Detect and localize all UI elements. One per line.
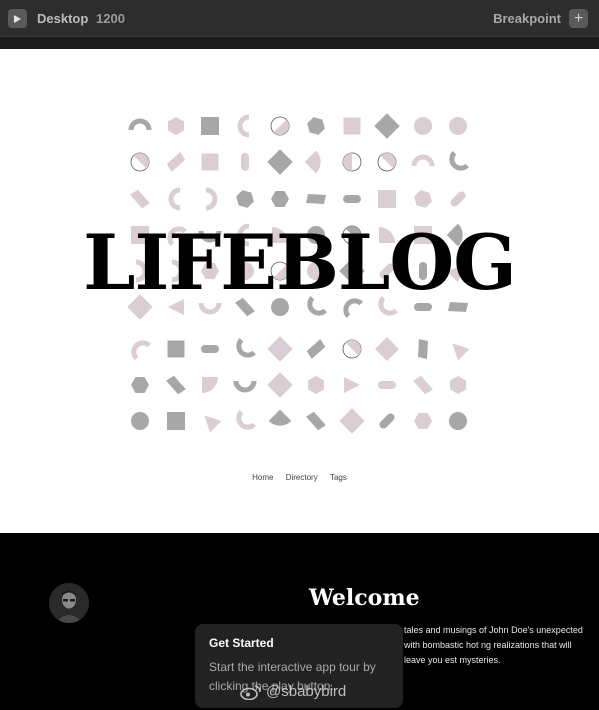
decor-shape bbox=[413, 375, 433, 395]
play-icon bbox=[14, 14, 21, 23]
decor-shape bbox=[267, 149, 293, 175]
decor-shape bbox=[342, 152, 362, 172]
top-toolbar: Desktop 1200 Breakpoint + bbox=[0, 0, 599, 37]
decor-shape bbox=[344, 377, 360, 393]
decor-shape bbox=[271, 191, 289, 207]
decor-shape bbox=[375, 337, 399, 361]
decor-shape bbox=[168, 117, 184, 135]
breakpoint-label[interactable]: Breakpoint bbox=[493, 11, 561, 26]
site-nav: Home Directory Tags bbox=[0, 473, 599, 482]
decor-shape bbox=[339, 408, 365, 434]
add-breakpoint-button[interactable]: + bbox=[569, 9, 588, 28]
weibo-icon bbox=[240, 684, 261, 700]
decor-shape bbox=[201, 153, 219, 171]
decor-shape bbox=[414, 190, 432, 208]
decor-shape bbox=[449, 151, 469, 171]
decor-shape bbox=[201, 345, 219, 353]
decor-shape bbox=[167, 412, 185, 430]
decor-shape bbox=[342, 339, 362, 359]
decor-shape bbox=[131, 340, 151, 360]
decor-shape bbox=[241, 153, 249, 171]
decor-shape bbox=[131, 377, 149, 393]
decor-shape bbox=[450, 191, 466, 207]
avatar-photo bbox=[49, 583, 89, 623]
play-button[interactable] bbox=[8, 9, 27, 28]
nav-link-directory[interactable]: Directory bbox=[286, 473, 318, 482]
device-label[interactable]: Desktop bbox=[37, 11, 88, 26]
decor-shape bbox=[308, 376, 324, 394]
decor-shape bbox=[236, 410, 256, 430]
decor-shape bbox=[306, 411, 326, 431]
decor-shape bbox=[202, 377, 218, 393]
plus-icon: + bbox=[573, 10, 584, 27]
decor-shape bbox=[236, 190, 254, 208]
decor-shape bbox=[450, 376, 466, 394]
decor-shape bbox=[304, 150, 321, 174]
decor-shape bbox=[166, 152, 186, 172]
decor-shape bbox=[205, 187, 218, 211]
decor-shape bbox=[452, 343, 470, 361]
decor-shape bbox=[166, 375, 186, 395]
decor-shape bbox=[131, 412, 149, 430]
width-value[interactable]: 1200 bbox=[96, 11, 125, 26]
nav-link-home[interactable]: Home bbox=[252, 473, 273, 482]
decor-shape bbox=[306, 339, 326, 359]
decor-shape bbox=[233, 380, 257, 393]
decor-shape bbox=[378, 381, 396, 389]
welcome-heading: Welcome bbox=[309, 585, 420, 611]
avatar bbox=[49, 583, 89, 623]
decor-shape bbox=[414, 117, 432, 135]
decor-shape bbox=[307, 117, 325, 135]
decor-shape bbox=[374, 113, 400, 139]
watermark-text: @sbabybird bbox=[266, 683, 347, 700]
decor-shape bbox=[411, 154, 435, 167]
decor-shape bbox=[268, 409, 292, 426]
decor-shape bbox=[168, 187, 181, 211]
decor-shape bbox=[167, 340, 185, 358]
decor-shape bbox=[377, 152, 397, 172]
decor-shape bbox=[267, 372, 293, 398]
tour-title: Get Started bbox=[209, 636, 274, 650]
canvas-gap bbox=[0, 37, 599, 49]
decor-shape bbox=[379, 413, 395, 429]
decor-shape bbox=[204, 415, 222, 433]
decor-shape bbox=[449, 117, 467, 135]
decor-shape bbox=[128, 118, 152, 131]
decor-shape bbox=[378, 190, 396, 208]
site-logo[interactable]: LIFEBLOG bbox=[6, 225, 593, 301]
welcome-paragraph: tales and musings of John Doe's unexpect… bbox=[404, 625, 583, 665]
decor-shape bbox=[343, 195, 361, 203]
decor-shape bbox=[414, 413, 432, 429]
site-hero: LIFEBLOG Home Directory Tags bbox=[0, 49, 599, 533]
decor-shape bbox=[236, 338, 256, 358]
watermark: @sbabybird bbox=[240, 683, 346, 700]
nav-link-tags[interactable]: Tags bbox=[330, 473, 347, 482]
decor-shape bbox=[418, 339, 428, 359]
decor-shape bbox=[267, 336, 293, 362]
decor-shape bbox=[237, 114, 250, 138]
decor-shape bbox=[130, 189, 150, 209]
decor-shape bbox=[130, 152, 150, 172]
decor-shape bbox=[270, 116, 290, 136]
decor-shape bbox=[343, 117, 361, 135]
decor-shape bbox=[201, 117, 219, 135]
decor-shape bbox=[449, 412, 467, 430]
decor-shape bbox=[306, 194, 326, 204]
